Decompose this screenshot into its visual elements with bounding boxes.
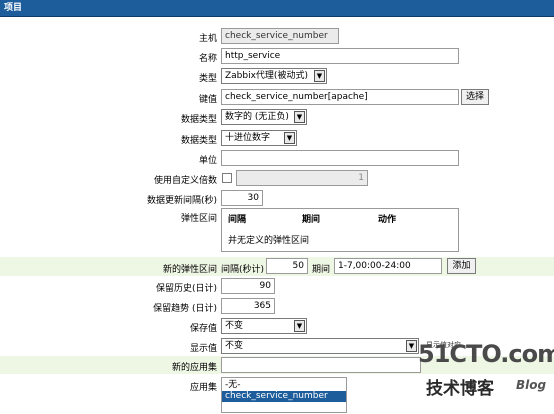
row-new-flex-interval: 新的弹性区间 间隔(秒计) 50 期间 1-7,00:00-24:00 添加 (0, 257, 554, 276)
section-title: 项目 (0, 0, 554, 17)
new-flex-period-input[interactable]: 1-7,00:00-24:00 (334, 258, 442, 274)
row-update-interval: 数据更新间隔(秒) 30 (0, 189, 554, 207)
row-units: 单位 (0, 149, 554, 167)
flex-intervals-table: 间隔 期间 动作 并无定义的弹性区间 (221, 208, 459, 252)
custom-multiplier-label: 使用自定义倍数 (153, 176, 217, 186)
new-flex-label: 新的弹性区间 (162, 265, 217, 275)
new-flex-period-label: 期间 (312, 265, 331, 275)
data-type-2-label: 数据类型 (180, 136, 217, 146)
units-label: 单位 (198, 156, 217, 166)
new-application-input[interactable] (221, 357, 421, 373)
row-type: 类型 Zabbix代理(被动式) ▼ (0, 67, 554, 85)
row-history: 保留历史(日计) 90 (0, 277, 554, 295)
row-trends: 保留趋势 (日计) 365 (0, 297, 554, 315)
decimal-type-select-value: 十进位数字 (225, 133, 271, 143)
show-value-label: 显示值 (189, 344, 217, 354)
row-data-type-2: 数据类型 十进位数字 ▼ (0, 129, 554, 147)
data-type-label: 数据类型 (180, 115, 217, 125)
applications-label: 应用集 (189, 383, 217, 393)
new-flex-interval-label: 间隔(秒计) (221, 265, 265, 275)
custom-multiplier-input: 1 (236, 170, 368, 186)
watermark-site: 51CTO.com (418, 340, 554, 368)
row-flex-intervals: 弹性区间 间隔 期间 动作 并无定义的弹性区间 (0, 208, 554, 256)
row-data-type: 数据类型 数字的 (无正负) ▼ (0, 108, 554, 126)
show-value-select-value: 不变 (225, 341, 244, 351)
flex-header-interval: 间隔 (228, 215, 247, 225)
row-host: 主机 check_service_number (0, 27, 554, 45)
key-input[interactable]: check_service_number[apache] (221, 89, 459, 105)
store-value-select-value: 不变 (225, 321, 244, 331)
applications-option-none[interactable]: -无- (222, 380, 346, 391)
flex-header-action: 动作 (378, 215, 397, 225)
history-label: 保留历史(日计) (155, 284, 217, 294)
flex-header-period: 期间 (302, 215, 321, 225)
watermark-blog: Blog (516, 378, 547, 392)
update-interval-input[interactable]: 30 (221, 190, 263, 206)
trends-label: 保留趋势 (日计) (153, 304, 217, 314)
host-field: check_service_number (221, 28, 339, 44)
store-value-select[interactable]: 不变 ▼ (221, 318, 307, 334)
custom-multiplier-checkbox[interactable] (222, 173, 232, 183)
new-flex-interval-input[interactable]: 50 (266, 258, 308, 274)
data-type-select-value: 数字的 (无正负) (225, 112, 289, 122)
data-type-select[interactable]: 数字的 (无正负) ▼ (221, 109, 307, 125)
chevron-down-icon: ▼ (284, 132, 295, 144)
row-key: 键值 check_service_number[apache] 选择 (0, 88, 554, 106)
type-label: 类型 (198, 74, 217, 84)
host-label: 主机 (198, 34, 217, 44)
type-select[interactable]: Zabbix代理(被动式) ▼ (221, 68, 327, 84)
decimal-type-select[interactable]: 十进位数字 ▼ (221, 130, 297, 146)
key-select-button[interactable]: 选择 (461, 89, 489, 105)
name-input[interactable]: http_service (221, 48, 459, 64)
trends-input[interactable]: 365 (221, 298, 275, 314)
show-value-select[interactable]: 不变 ▼ (221, 338, 419, 354)
chevron-down-icon: ▼ (294, 320, 305, 332)
row-custom-multiplier: 使用自定义倍数 1 (0, 169, 554, 187)
history-input[interactable]: 90 (221, 278, 275, 294)
flex-intervals-label: 弹性区间 (180, 214, 217, 224)
watermark-logo: 51CTO.com 技术博客 Blog (406, 340, 554, 406)
name-label: 名称 (198, 54, 217, 64)
applications-option-check-service-number[interactable]: check_service_number (222, 391, 346, 402)
watermark-sub: 技术博客 (426, 379, 494, 399)
chevron-down-icon: ▼ (294, 111, 305, 123)
units-input[interactable] (221, 150, 459, 166)
add-flex-interval-button[interactable]: 添加 (447, 258, 476, 274)
type-select-value: Zabbix代理(被动式) (225, 71, 308, 81)
new-application-label: 新的应用集 (171, 363, 217, 373)
applications-listbox[interactable]: -无- check_service_number (221, 377, 347, 413)
chevron-down-icon: ▼ (314, 70, 325, 82)
store-value-label: 保存值 (189, 324, 217, 334)
row-store-value: 保存值 不变 ▼ (0, 317, 554, 335)
update-interval-label: 数据更新间隔(秒) (146, 196, 217, 206)
flex-empty-message: 并无定义的弹性区间 (228, 236, 310, 246)
row-name: 名称 http_service (0, 47, 554, 65)
key-label: 键值 (198, 95, 217, 105)
